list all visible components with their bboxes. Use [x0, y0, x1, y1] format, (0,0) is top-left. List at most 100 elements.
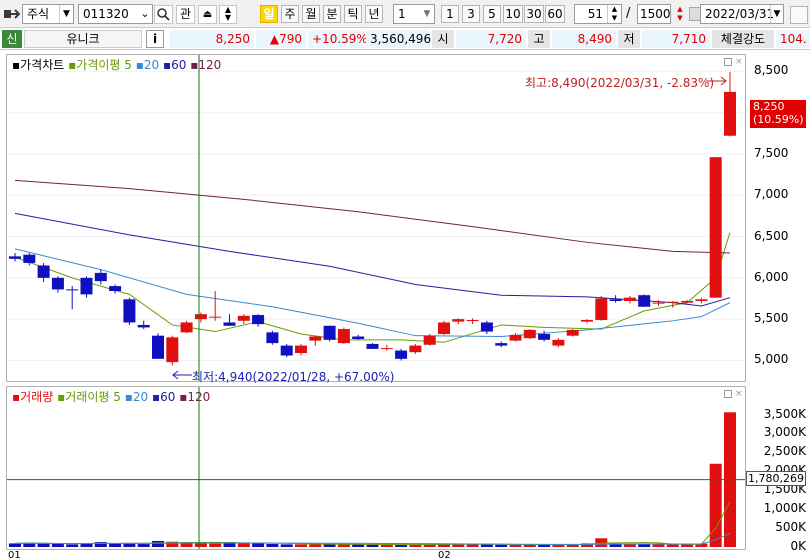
chevron-down-icon[interactable]: ⌄ — [139, 5, 151, 23]
candle-body — [395, 350, 408, 359]
bar-count-input[interactable]: 51 ▲ ▼ — [574, 4, 622, 24]
volume-bar — [37, 543, 50, 547]
candle-body — [438, 322, 450, 335]
candle-body — [466, 319, 479, 321]
x-label-feb: 02 — [438, 550, 451, 558]
volume-tick-label: 3,000K — [763, 425, 806, 440]
price-tick-label: 5,000 — [754, 352, 789, 367]
candle-body — [409, 345, 422, 353]
volume-bar — [366, 544, 379, 547]
date-select[interactable]: 2022/03/31 ▼ — [700, 4, 784, 24]
candle-body — [623, 297, 636, 301]
candle-body — [666, 301, 679, 303]
eject-icon[interactable]: ⏏ — [198, 5, 217, 24]
volume-bar — [638, 544, 651, 547]
price-tick-label: 5,500 — [754, 311, 789, 326]
candle-body — [652, 302, 665, 304]
candle-body — [166, 337, 179, 363]
interval-5[interactable]: 5 — [483, 5, 501, 23]
candle-body — [523, 329, 536, 339]
chevron-down-icon[interactable]: ▼ — [59, 5, 73, 23]
stock-name: 유니크 — [24, 30, 142, 48]
change-rate: +10.59% — [308, 30, 368, 48]
volume-axis: 0K500K1,000K1,500K2,000K2,500K3,000K3,50… — [748, 387, 810, 553]
interval-value: 1 — [398, 7, 406, 21]
search-icon[interactable] — [154, 5, 173, 24]
volume-bar — [109, 543, 122, 547]
volume-bar — [280, 544, 293, 547]
volume-tick-label: 0K — [790, 539, 806, 553]
candle-body — [123, 299, 136, 323]
candle-body — [566, 329, 579, 336]
x-label-jan: 01 — [8, 550, 21, 558]
total-count-value: 1500 — [640, 7, 671, 21]
volume-chart[interactable] — [7, 387, 745, 549]
candle-body — [252, 315, 265, 325]
candle-body — [51, 277, 64, 290]
bar-count-value: 51 — [587, 7, 603, 21]
volume-bar — [480, 544, 493, 547]
credit-badge: 신 — [2, 30, 22, 48]
volume-bar — [652, 544, 665, 547]
volume-bar — [495, 544, 508, 547]
candle-body — [237, 315, 250, 321]
interval-1[interactable]: 1 — [441, 5, 459, 23]
candle-body — [152, 335, 164, 359]
candle-body — [266, 332, 279, 344]
bar-count-stepper[interactable]: ▲ ▼ — [607, 5, 621, 23]
open-label: 시 — [432, 30, 454, 48]
candle-body — [366, 343, 379, 349]
info-button[interactable]: i — [146, 30, 164, 48]
candle-body — [452, 319, 465, 322]
chevron-down-icon[interactable]: ▼ — [770, 5, 783, 23]
interval-select[interactable]: 1 ▼ — [393, 4, 435, 24]
count-separator: / — [626, 6, 631, 21]
volume-bar — [509, 544, 522, 547]
more-icon[interactable] — [790, 6, 808, 24]
candle-body — [495, 343, 508, 346]
price-chart[interactable] — [7, 55, 745, 381]
volume-bar — [709, 463, 722, 547]
link-icon[interactable] — [4, 7, 21, 21]
market-value: 주식 — [27, 7, 50, 21]
current-price-tag: 8,250 (10.59%) — [750, 100, 806, 128]
count-stepper-icon[interactable]: ▲ ▼ — [673, 5, 687, 24]
candle-body — [695, 299, 708, 301]
period-day[interactable]: 일 — [260, 5, 278, 23]
candle-body — [352, 336, 365, 339]
volume-tick-label: 1,000K — [763, 501, 806, 516]
volume-bar — [194, 543, 207, 547]
candle-body — [681, 300, 694, 303]
total-count-input[interactable]: 1500 — [637, 4, 671, 24]
volume-bar — [309, 544, 322, 547]
interval-3[interactable]: 3 — [462, 5, 480, 23]
current-rate-label: (10.59%) — [753, 113, 804, 126]
code-input[interactable]: 011320 ⌄ — [78, 4, 153, 24]
volume-bar — [66, 544, 79, 547]
price-tick-label: 6,000 — [754, 269, 789, 284]
price-tick-label: 7,500 — [754, 145, 789, 160]
watch-button[interactable]: 관 — [176, 5, 195, 24]
candle-body — [9, 256, 21, 259]
up-down-stepper[interactable]: ▲ ▼ — [219, 5, 237, 24]
volume-bar — [152, 540, 164, 547]
period-week[interactable]: 주 — [281, 5, 299, 23]
interval-30[interactable]: 30 — [524, 5, 544, 23]
chevron-down-icon[interactable]: ▼ — [420, 5, 434, 23]
period-tick[interactable]: 틱 — [344, 5, 362, 23]
interval-60[interactable]: 60 — [545, 5, 565, 23]
candle-body — [194, 314, 207, 320]
period-minute[interactable]: 분 — [323, 5, 341, 23]
market-select[interactable]: 주식 ▼ — [22, 4, 74, 24]
candle-body — [552, 339, 565, 346]
volume-tick-label: 500K — [775, 520, 806, 535]
candle-body — [23, 254, 36, 263]
current-price: 8,250 — [170, 30, 254, 48]
candle-body — [94, 272, 107, 282]
interval-10[interactable]: 10 — [503, 5, 523, 23]
candle-body — [80, 277, 93, 295]
volume-bar — [352, 544, 365, 547]
period-year[interactable]: 년 — [365, 5, 383, 23]
low-price: 7,710 — [642, 30, 710, 48]
period-month[interactable]: 월 — [302, 5, 320, 23]
